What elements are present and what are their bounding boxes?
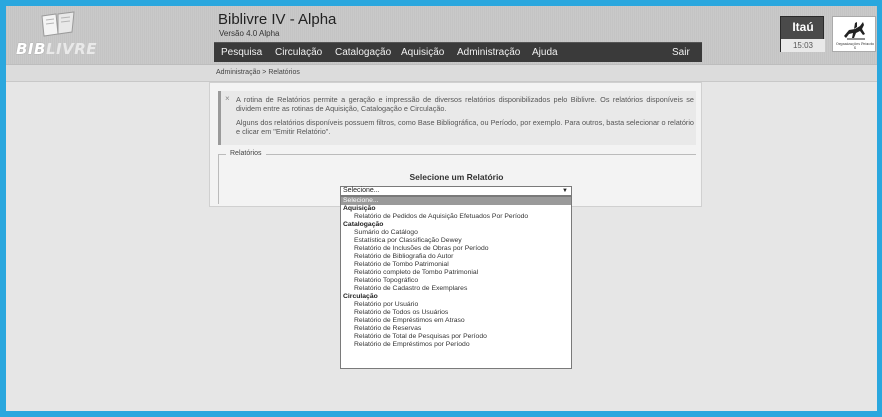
biblivre-logo[interactable]: BIBLIVRE [16, 10, 102, 58]
dropdown-option[interactable]: Relatório de Empréstimos por Período [341, 341, 571, 349]
dropdown-option[interactable]: Relatório de Inclusões de Obras por Perí… [341, 245, 571, 253]
dropdown-option[interactable]: Estatística por Classificação Dewey [341, 237, 571, 245]
app-title: Biblivre IV - Alpha [218, 11, 337, 28]
fieldset-border [218, 154, 696, 155]
menu-item-administracao[interactable]: Administração [457, 47, 520, 58]
info-box: × A rotina de Relatórios permite a geraç… [218, 91, 696, 145]
menu-item-ajuda[interactable]: Ajuda [532, 47, 558, 58]
dropdown-option[interactable]: Selecione... [341, 197, 571, 205]
dropdown-group-label: Aquisição [343, 205, 376, 212]
dropdown-option[interactable]: Relatório de Tombo Patrimonial [341, 261, 571, 269]
dropdown-option[interactable]: Relatório Topográfico [341, 277, 571, 285]
header: BIBLIVRE Biblivre IV - Alpha Versão 4.0 … [6, 6, 877, 64]
book-logo-icon [41, 11, 75, 37]
dropdown-option[interactable]: Relatório de Total de Pesquisas por Perí… [341, 333, 571, 341]
horse-rider-icon [844, 22, 865, 40]
bank-name: Itaú [792, 20, 814, 34]
clock: 15:03 [781, 39, 825, 52]
dropdown-option[interactable]: Relatório de Todos os Usuários [341, 309, 571, 317]
info-paragraph-1: A rotina de Relatórios permite a geração… [236, 95, 694, 113]
breadcrumb-bar: Administração > Relatórios [6, 64, 877, 82]
dropdown-option[interactable]: Relatório completo de Tombo Patrimonial [341, 269, 571, 277]
dropdown-option[interactable]: Relatório de Pedidos de Aquisição Efetua… [341, 213, 571, 221]
organization-logo: Organizações Peixoto S [832, 16, 876, 52]
menu-item-aquisicao[interactable]: Aquisição [401, 47, 444, 58]
menu-item-pesquisa[interactable]: Pesquisa [221, 47, 262, 58]
report-select[interactable]: Selecione... ▼ [340, 186, 572, 196]
bank-badge: Itaú 15:03 [780, 16, 825, 52]
dropdown-option[interactable]: Relatório de Cadastro de Exemplares [341, 285, 571, 293]
dropdown-option[interactable]: Relatório por Usuário [341, 301, 571, 309]
menu-item-circulacao[interactable]: Circulação [275, 47, 322, 58]
breadcrumb: Administração > Relatórios [216, 69, 300, 76]
logout-button[interactable]: Sair [672, 47, 690, 58]
main-menu: Pesquisa Circulação Catalogação Aquisiçã… [214, 42, 702, 62]
dropdown-option[interactable]: Sumário do Catálogo [341, 229, 571, 237]
report-select-value: Selecione... [343, 187, 380, 194]
app-window: BIBLIVRE Biblivre IV - Alpha Versão 4.0 … [0, 0, 882, 417]
dropdown-group-label: Circulação [343, 293, 378, 300]
info-paragraph-2: Alguns dos relatórios disponíveis possue… [236, 118, 694, 136]
fieldset-legend: Relatórios [226, 150, 266, 157]
close-icon[interactable]: × [225, 94, 230, 103]
dropdown-option[interactable]: Relatório de Bibliografia do Autor [341, 253, 571, 261]
organization-name: Organizações Peixoto S [835, 42, 875, 50]
dropdown-option[interactable]: Relatório de Reservas [341, 325, 571, 333]
app-version: Versão 4.0 Alpha [219, 29, 280, 38]
report-dropdown-list: Selecione... Aquisição Relatório de Pedido… [340, 196, 572, 369]
menu-item-catalogacao[interactable]: Catalogação [335, 47, 391, 58]
report-heading: Selecione um Relatório [409, 172, 504, 182]
dropdown-option[interactable]: Relatório de Empréstimos em Atraso [341, 317, 571, 325]
logo-text: BIBLIVRE [16, 40, 97, 58]
dropdown-group-label: Catalogação [343, 221, 384, 228]
chevron-down-icon[interactable]: ▼ [562, 187, 568, 195]
